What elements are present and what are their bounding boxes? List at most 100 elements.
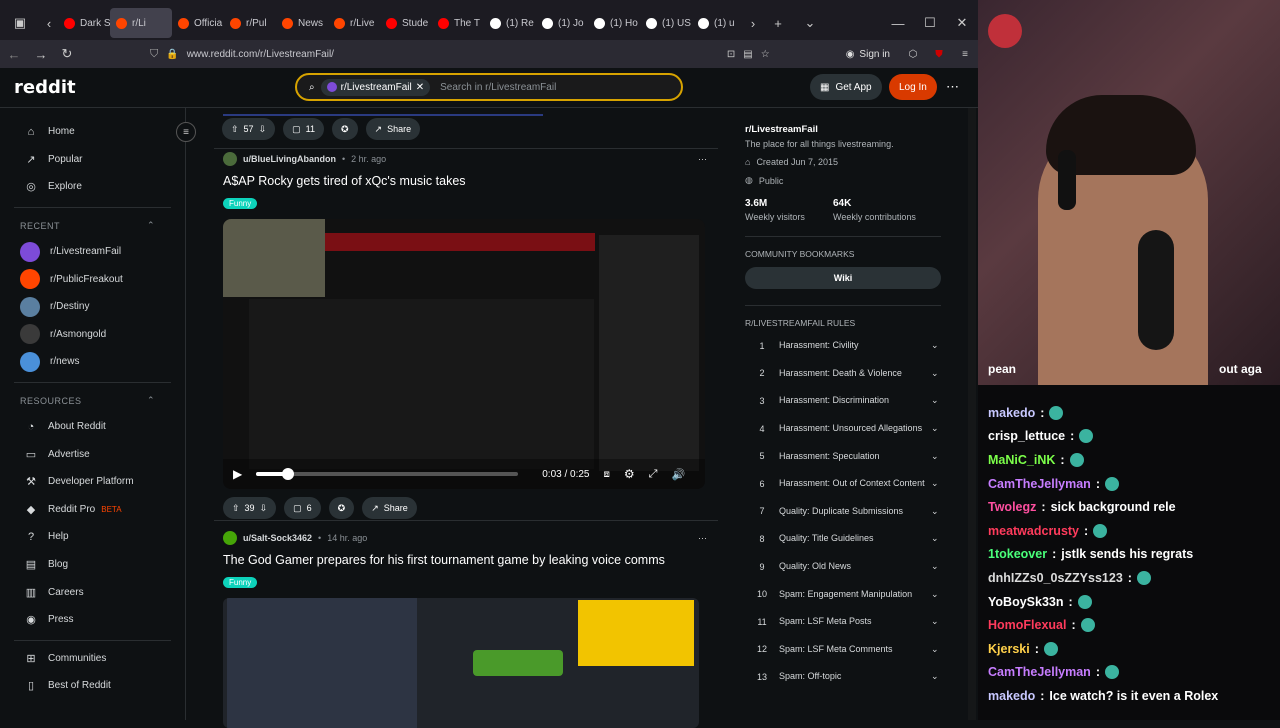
sidebar-item-recent[interactable]: r/Destiny <box>0 293 185 321</box>
author-avatar[interactable] <box>223 152 237 166</box>
rule-item[interactable]: 1 Harassment: Civility ⌄ <box>735 332 951 360</box>
rule-item[interactable]: 3 Harassment: Discrimination ⌄ <box>735 387 951 415</box>
url-field[interactable]: ⛉ 🔒 www.reddit.com/r/LivestreamFail/ ⊡ ▤… <box>150 42 770 66</box>
browser-tab[interactable]: Officia <box>172 8 224 38</box>
rule-item[interactable]: 7 Quality: Duplicate Submissions ⌄ <box>735 498 951 526</box>
chat-username[interactable]: meatwadcrusty <box>988 524 1079 538</box>
browser-tab[interactable]: News <box>276 8 328 38</box>
comments-button[interactable]: ▢ 6 <box>284 497 321 519</box>
fullscreen-icon[interactable]: ⤢ <box>649 468 658 481</box>
reload-icon[interactable]: ↻ <box>54 46 80 62</box>
video-player[interactable]: ▶ 0:03 / 0:25 ⧈ ⚙ ⤢ 🔊 <box>223 219 705 489</box>
post-title[interactable]: A$AP Rocky gets tired of xQc's music tak… <box>223 174 713 188</box>
page-scrollbar[interactable] <box>968 108 976 720</box>
sidebar-item-recent[interactable]: r/news <box>0 348 185 376</box>
remove-chip-icon[interactable]: ✕ <box>416 82 424 93</box>
post-flair[interactable]: Funny <box>223 198 258 209</box>
post-card[interactable]: u/BlueLivingAbandon • 2 hr. ago ⋯ A$AP R… <box>223 152 713 519</box>
more-options-icon[interactable]: ⋯ <box>946 79 959 95</box>
chat-username[interactable]: makedo <box>988 406 1035 420</box>
comments-button[interactable]: ▢ 11 <box>283 118 324 140</box>
post-options-icon[interactable]: ⋯ <box>698 154 707 165</box>
award-button[interactable]: ✪ <box>328 497 355 519</box>
chat-username[interactable]: dnhIZZs0_0sZZYss123 <box>988 571 1123 585</box>
browser-tab[interactable]: (1) Re <box>484 8 536 38</box>
vote-button[interactable]: ⇧ 57 ⇩ <box>222 118 276 140</box>
post-flair[interactable]: Funny <box>223 577 258 588</box>
rule-item[interactable]: 2 Harassment: Death & Violence ⌄ <box>735 360 951 388</box>
sidebar-item-recent[interactable]: r/PublicFreakout <box>0 265 185 293</box>
sidebar-item-resource[interactable]: ◉ Press <box>0 606 185 634</box>
post-author[interactable]: u/BlueLivingAbandon <box>243 154 336 164</box>
rule-item[interactable]: 8 Quality: Title Guidelines ⌄ <box>735 525 951 553</box>
chat-username[interactable]: 1tokeover <box>988 547 1047 561</box>
rule-item[interactable]: 6 Harassment: Out of Context Content ⌄ <box>735 470 951 498</box>
tab-list-icon[interactable]: ⌄ <box>794 15 826 31</box>
shield-icon[interactable]: ⛉ <box>150 48 158 61</box>
sidebar-item-recent[interactable]: r/Asmongold <box>0 321 185 349</box>
rule-item[interactable]: 5 Harassment: Speculation ⌄ <box>735 442 951 470</box>
wiki-button[interactable]: Wiki <box>745 267 941 289</box>
maximize-icon[interactable]: ☐ <box>914 15 946 31</box>
downvote-icon[interactable]: ⇩ <box>259 124 267 135</box>
close-window-icon[interactable]: ✕ <box>946 15 978 31</box>
log-in-button[interactable]: Log In <box>889 74 937 100</box>
video-progress-track[interactable] <box>256 468 519 480</box>
resources-section-header[interactable]: RESOURCES ⌃ <box>0 389 185 413</box>
sidebar-item-home[interactable]: ⌂ Home <box>0 118 185 146</box>
sidebar-item-best-of-reddit[interactable]: ▯ Best of Reddit <box>0 672 185 700</box>
recent-section-header[interactable]: RECENT ⌃ <box>0 214 185 238</box>
browser-tab[interactable]: The T <box>432 8 484 38</box>
captions-icon[interactable]: ⧈ <box>604 469 610 480</box>
scroll-tabs-right-icon[interactable]: › <box>744 16 762 31</box>
lock-icon[interactable]: 🔒 <box>166 49 178 60</box>
bookmark-star-icon[interactable]: ☆ <box>761 49 770 60</box>
post-media-image[interactable] <box>223 598 699 728</box>
sidebar-item-recent[interactable]: r/LivestreamFail <box>0 238 185 266</box>
forward-icon[interactable]: → <box>28 47 54 62</box>
browser-tab[interactable]: (1) Jo <box>536 8 588 38</box>
back-icon[interactable]: ← <box>0 47 28 62</box>
sidebar-item-resource[interactable]: ◆ Reddit Pro BETA <box>0 496 185 524</box>
sidebar-item-explore[interactable]: ◎ Explore <box>0 173 185 201</box>
share-button[interactable]: ↗ Share <box>365 118 421 140</box>
browser-tab[interactable]: (1) US <box>640 8 692 38</box>
post-card[interactable]: u/Salt-Sock3462 • 14 hr. ago ⋯ The God G… <box>223 531 713 728</box>
chat-username[interactable]: CamTheJellyman <box>988 477 1091 491</box>
new-tab-icon[interactable]: + <box>762 16 794 31</box>
volume-icon[interactable]: 🔊 <box>671 468 685 481</box>
browser-tab[interactable]: r/Li <box>110 8 172 38</box>
rule-item[interactable]: 11 Spam: LSF Meta Posts ⌄ <box>735 608 951 636</box>
search-bar[interactable]: ⌕ r/LivestreamFail ✕ Search in r/Livestr… <box>295 73 683 101</box>
menu-icon[interactable]: ≡ <box>952 49 978 60</box>
vote-button[interactable]: ⇧ 39 ⇩ <box>223 497 277 519</box>
scroll-tabs-left-icon[interactable]: ‹ <box>40 16 58 31</box>
video-progress-handle[interactable] <box>281 468 294 480</box>
browser-tab[interactable]: r/Live <box>328 8 380 38</box>
collapse-sidebar-icon[interactable]: ≡ <box>176 122 196 142</box>
reddit-logo[interactable]: reddit <box>14 77 76 98</box>
chat-username[interactable]: crisp_lettuce <box>988 429 1065 443</box>
post-author[interactable]: u/Salt-Sock3462 <box>243 533 312 543</box>
chat-username[interactable]: makedo <box>988 689 1035 703</box>
rule-item[interactable]: 13 Spam: Off-topic ⌄ <box>735 663 951 691</box>
browser-tab[interactable]: (1) Ho <box>588 8 640 38</box>
settings-gear-icon[interactable]: ⚙ <box>624 467 635 481</box>
browser-tab[interactable]: Dark S <box>58 8 110 38</box>
downvote-icon[interactable]: ⇩ <box>260 503 268 514</box>
rule-item[interactable]: 10 Spam: Engagement Manipulation ⌄ <box>735 580 951 608</box>
browser-tab[interactable]: (1) u <box>692 8 744 38</box>
screenshot-icon[interactable]: ⊡ <box>727 49 735 60</box>
chat-username[interactable]: MaNiC_iNK <box>988 453 1055 467</box>
award-button[interactable]: ✪ <box>331 118 358 140</box>
post-options-icon[interactable]: ⋯ <box>698 533 707 544</box>
minimize-icon[interactable]: — <box>882 16 914 31</box>
rule-item[interactable]: 4 Harassment: Unsourced Allegations ⌄ <box>735 415 951 443</box>
chat-username[interactable]: Kjerski <box>988 642 1030 656</box>
sidebar-item-popular[interactable]: ↗ Popular <box>0 146 185 174</box>
url-text[interactable]: www.reddit.com/r/LivestreamFail/ <box>187 49 334 60</box>
browser-tab[interactable]: r/Pul <box>224 8 276 38</box>
sidebar-item-communities[interactable]: ⊞ Communities <box>0 645 185 673</box>
sidebar-item-resource[interactable]: ◔ About Reddit <box>0 413 185 441</box>
reader-icon[interactable]: ▤ <box>743 49 752 60</box>
